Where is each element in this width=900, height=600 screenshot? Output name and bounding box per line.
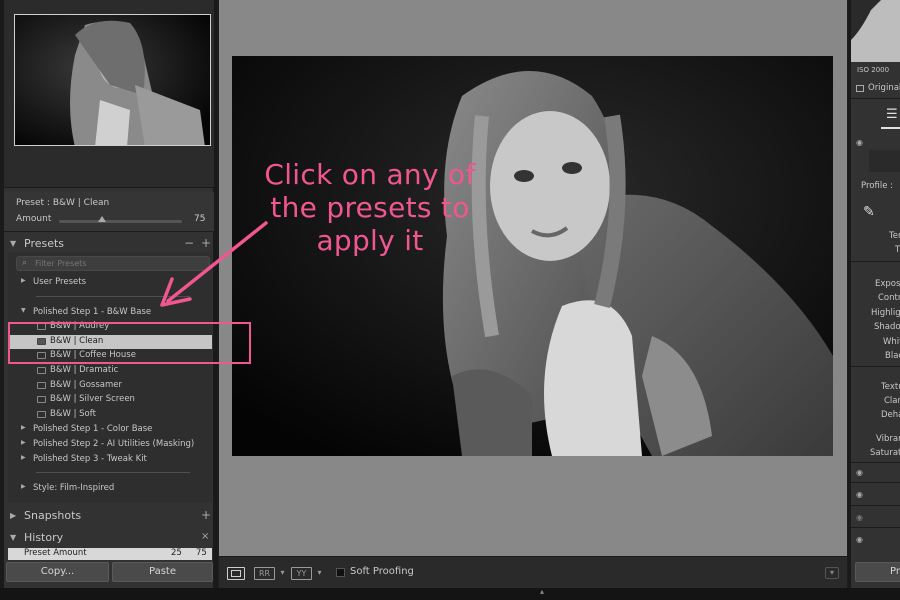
expand-triangle-icon: ▶	[21, 454, 26, 461]
eye-icon[interactable]: ◉	[856, 513, 863, 522]
histogram-graph	[851, 0, 900, 62]
collapse-triangle-icon: ▼	[10, 239, 17, 248]
profile-label: Profile :	[861, 181, 893, 191]
navigator-panel	[4, 0, 214, 188]
preset-item[interactable]: B&W | Gossamer	[8, 379, 212, 393]
preset-group[interactable]: ▶ Polished Step 2 - AI Utilities (Maskin…	[8, 438, 212, 452]
preset-icon	[37, 411, 46, 418]
divider	[851, 527, 900, 528]
divider	[851, 366, 900, 367]
whites-label: Whit	[883, 337, 900, 347]
amount-slider-handle[interactable]	[98, 216, 107, 222]
edit-sliders-icon[interactable]: ☰	[886, 107, 898, 122]
toolbar-menu-icon[interactable]: ▾	[825, 567, 839, 579]
divider	[851, 261, 900, 262]
search-icon: ⌕	[22, 258, 28, 268]
preset-group[interactable]: ▶ Polished Step 1 - Color Base	[8, 423, 212, 437]
dehaze-label: Deha	[881, 410, 900, 420]
preset-icon	[37, 396, 46, 403]
divider	[851, 505, 900, 506]
main-canvas	[219, 0, 847, 556]
saturation-label: Saturatio	[870, 448, 900, 458]
eye-icon[interactable]: ◉	[856, 138, 863, 147]
chevron-down-icon[interactable]: ▾	[317, 567, 322, 580]
contrast-label: Contra	[878, 293, 900, 303]
expand-triangle-icon: ▶	[21, 483, 26, 490]
original-label: Original	[868, 83, 900, 93]
navigator-thumbnail[interactable]	[14, 14, 211, 146]
preset-item[interactable]: B&W | Silver Screen	[8, 393, 212, 407]
expand-triangle-icon: ▶	[21, 424, 26, 431]
texture-label: Textu	[881, 382, 900, 392]
bottom-toolbar: RR ▾ YY ▾ Soft Proofing ▾	[219, 556, 847, 588]
copy-button[interactable]: Copy...	[6, 562, 109, 582]
filmstrip-edge: ▴	[0, 587, 900, 600]
preset-icon	[37, 367, 46, 374]
instruction-annotation: Click on any of the presets to apply it	[264, 158, 476, 257]
paste-button[interactable]: Paste	[112, 562, 213, 582]
preset-group[interactable]: ▶ Style: Film-Inspired	[8, 482, 212, 496]
soft-proofing-checkbox[interactable]	[336, 568, 345, 577]
active-tab-indicator	[881, 127, 900, 129]
vibrance-label: Vibran	[876, 434, 900, 444]
before-after-tb-icon[interactable]: YY	[291, 567, 312, 580]
exposure-label: Exposu	[875, 279, 900, 289]
highlight-box	[8, 322, 251, 364]
current-preset-label: Preset : B&W | Clean	[16, 198, 110, 208]
iso-readout: ISO 2000	[857, 66, 890, 74]
preset-group[interactable]: ▶ Polished Step 3 - Tweak Kit	[8, 453, 212, 467]
presets-title: Presets	[24, 237, 65, 250]
collapse-triangle-icon: ▼	[21, 307, 26, 314]
history-title: History	[24, 531, 64, 544]
add-snapshot-button[interactable]: +	[201, 508, 211, 522]
eye-icon[interactable]: ◉	[856, 535, 863, 544]
clarity-label: Clari	[884, 396, 900, 406]
eye-icon[interactable]: ◉	[856, 490, 863, 499]
expand-triangle-icon: ▶	[21, 277, 26, 284]
divider	[851, 482, 900, 483]
preset-item[interactable]: B&W | Dramatic	[8, 364, 212, 378]
temp-label: Ten	[889, 231, 900, 241]
preset-icon	[37, 382, 46, 389]
snapshots-panel-header[interactable]: ▶ Snapshots +	[4, 507, 214, 525]
history-panel-header[interactable]: ▼ History ×	[4, 529, 214, 547]
soft-proofing-label: Soft Proofing	[350, 566, 414, 577]
right-panel: ISO 2000 Original ☰ ◉ Profile : ✎ Ten Ti…	[848, 0, 900, 590]
loupe-view-icon[interactable]	[227, 567, 245, 580]
snapshots-title: Snapshots	[24, 509, 82, 522]
amount-label: Amount	[16, 214, 52, 224]
preset-item[interactable]: B&W | Soft	[8, 408, 212, 422]
profile-browser-button[interactable]	[869, 150, 900, 172]
eyedropper-icon[interactable]: ✎	[863, 204, 875, 220]
tint-label: Ti	[895, 245, 900, 255]
highlights-label: Highligh	[871, 308, 900, 318]
original-checkbox-icon[interactable]	[856, 85, 864, 92]
histogram	[851, 0, 900, 62]
annotation-arrow-icon	[160, 221, 268, 307]
filmstrip-toggle-icon[interactable]: ▴	[540, 587, 544, 596]
divider	[851, 462, 900, 463]
history-row[interactable]: Preset Amount 25 75	[8, 548, 212, 560]
chevron-down-icon[interactable]: ▾	[280, 567, 285, 580]
before-after-lr-icon[interactable]: RR	[254, 567, 275, 580]
eye-icon[interactable]: ◉	[856, 468, 863, 477]
collapse-triangle-icon: ▼	[10, 533, 17, 542]
shadows-label: Shadow	[874, 322, 900, 332]
thumbnail-photo	[15, 15, 210, 145]
previous-button[interactable]: Pr	[855, 562, 900, 582]
divider	[36, 472, 190, 473]
clear-history-button[interactable]: ×	[201, 531, 209, 542]
divider	[851, 98, 900, 99]
blacks-label: Blac	[885, 351, 900, 361]
expand-triangle-icon: ▶	[10, 511, 17, 520]
expand-triangle-icon: ▶	[21, 439, 26, 446]
